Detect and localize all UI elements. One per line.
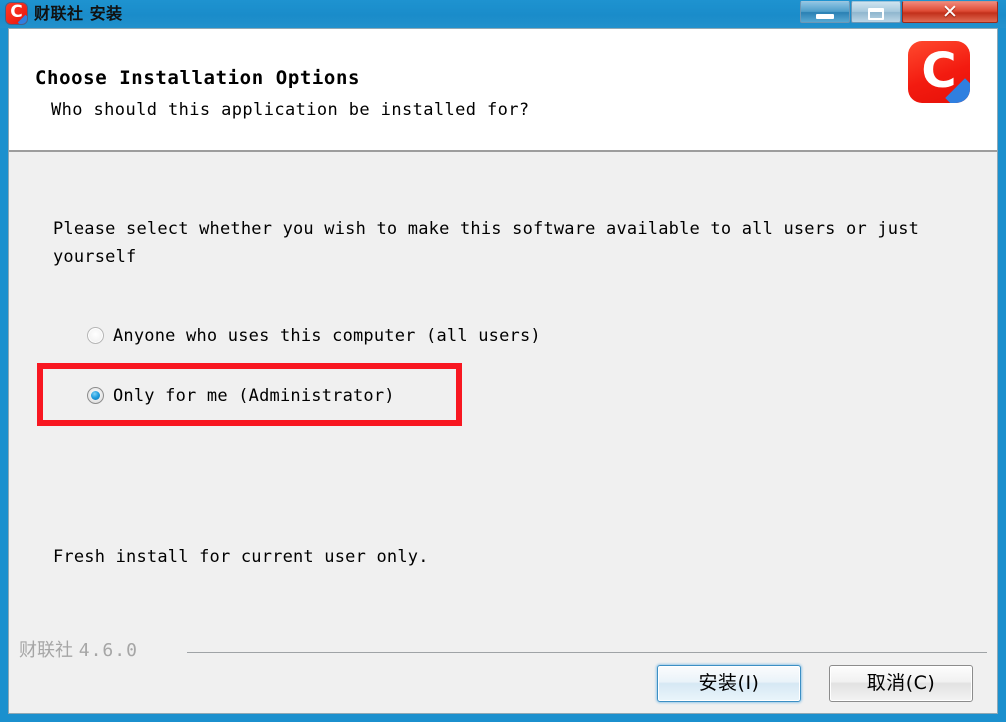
brand-version: 4.6.0 — [78, 640, 138, 661]
install-button[interactable]: 安装(I) — [657, 665, 801, 702]
page-header: Choose Installation Options Who should t… — [9, 29, 997, 152]
install-button-label: 安装(I) — [698, 672, 760, 694]
app-logo-c-icon: C — [6, 3, 27, 24]
annotation-highlight-box — [37, 363, 462, 426]
title-bar: C 财联社 安装 ✕ — [0, 0, 1006, 28]
close-button[interactable]: ✕ — [902, 1, 998, 23]
maximize-icon — [868, 8, 884, 20]
close-icon: ✕ — [942, 1, 958, 23]
radio-option-all-users[interactable]: Anyone who uses this computer (all users… — [87, 326, 541, 346]
dialog-client-area: Choose Installation Options Who should t… — [8, 28, 998, 714]
minimize-button[interactable] — [800, 1, 850, 23]
cancel-button[interactable]: 取消(C) — [829, 665, 973, 702]
footer-divider — [187, 652, 987, 653]
installer-window: C 财联社 安装 ✕ Choose Installation Options W… — [0, 0, 1006, 722]
brand-footer: 财联社 4.6.0 — [19, 636, 138, 662]
window-title: 财联社 安装 — [34, 4, 123, 23]
status-text: Fresh install for current user only. — [53, 547, 429, 567]
page-title: Choose Installation Options — [35, 67, 361, 89]
page-body: Please select whether you wish to make t… — [9, 152, 997, 713]
maximize-button[interactable] — [851, 1, 901, 23]
radio-option-all-users-label: Anyone who uses this computer (all users… — [113, 326, 541, 346]
radio-unselected-icon[interactable] — [87, 327, 104, 344]
brand-name: 财联社 — [19, 640, 73, 661]
minimize-icon — [816, 14, 834, 19]
page-subtitle: Who should this application be installed… — [51, 100, 530, 120]
header-app-logo-icon: C — [908, 41, 970, 103]
cancel-button-label: 取消(C) — [866, 672, 936, 694]
instruction-text: Please select whether you wish to make t… — [53, 219, 920, 267]
